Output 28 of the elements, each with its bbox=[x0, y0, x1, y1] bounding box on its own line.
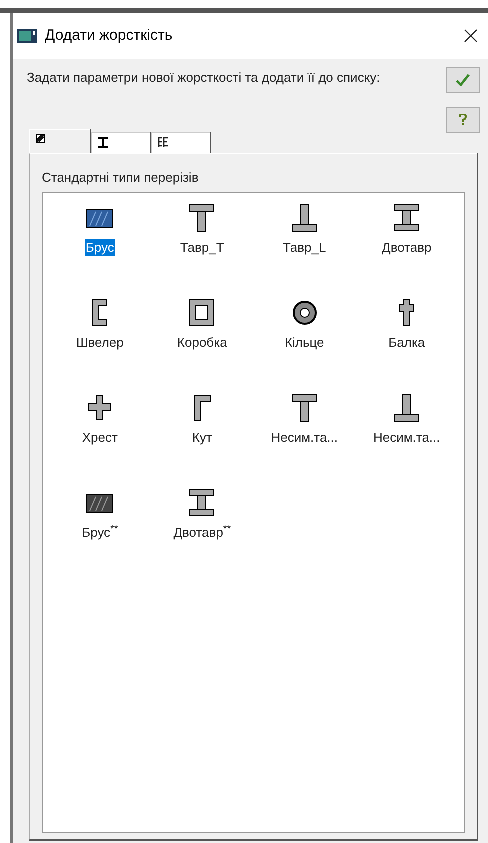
window-title: Додати жорсткість bbox=[45, 26, 173, 46]
app-icon bbox=[17, 29, 37, 43]
section-label[interactable]: Швелер bbox=[75, 334, 125, 350]
i-beam-icon bbox=[98, 137, 108, 148]
section-label[interactable]: Несим.та... bbox=[372, 428, 442, 446]
section-label[interactable]: Кут bbox=[191, 428, 214, 446]
group-label: Стандартні типи перерізів bbox=[42, 169, 200, 187]
section-label[interactable]: Коробка bbox=[176, 334, 228, 350]
section-label[interactable]: Тавр_Т bbox=[179, 238, 226, 256]
tab[interactable] bbox=[151, 132, 211, 153]
section-label[interactable]: Несим.та... bbox=[270, 428, 340, 446]
section-label[interactable]: Брус$^{**}$ bbox=[81, 524, 120, 540]
section-label[interactable]: Хрест bbox=[81, 428, 119, 446]
tab[interactable] bbox=[91, 132, 151, 153]
section-label[interactable]: Двотавр$^{**}$ bbox=[172, 524, 232, 540]
question-icon bbox=[459, 114, 467, 126]
section-label[interactable]: Двотавр bbox=[381, 238, 433, 256]
section-label[interactable]: Тавр_L bbox=[282, 238, 328, 256]
ok-button[interactable] bbox=[446, 67, 480, 93]
help-button[interactable] bbox=[446, 107, 480, 133]
section-label[interactable]: Балка bbox=[388, 334, 426, 350]
double-channel-icon bbox=[158, 137, 169, 147]
description-text: Задати параметри нової жорсткості та додати її до списку: bbox=[27, 69, 382, 87]
checkmark-icon bbox=[456, 74, 470, 86]
close-icon[interactable] bbox=[464, 29, 478, 43]
section-label[interactable]: Брус bbox=[84, 238, 116, 256]
section-label[interactable]: Кільце bbox=[284, 334, 326, 350]
hatched-square-icon bbox=[36, 134, 45, 143]
